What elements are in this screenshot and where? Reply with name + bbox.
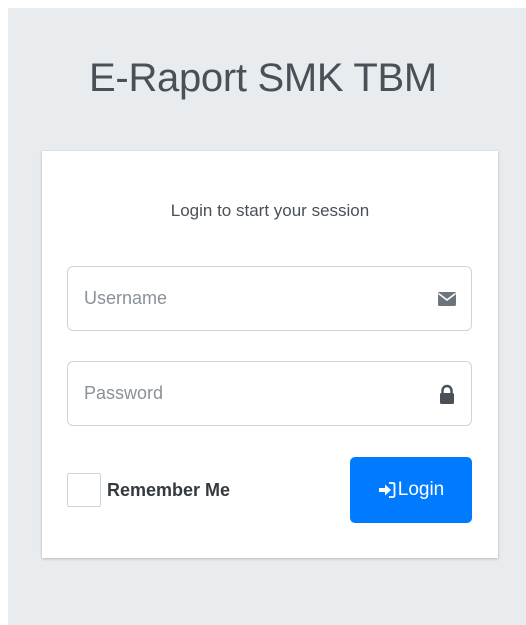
username-input-group: [67, 266, 472, 331]
username-input[interactable]: [68, 267, 413, 330]
app-title: E-Raport SMK TBM: [89, 56, 437, 100]
remember-me-label[interactable]: Remember Me: [107, 480, 230, 501]
sign-in-icon: [378, 481, 396, 499]
password-input-group: [67, 361, 472, 426]
login-subtitle: Login to start your session: [170, 201, 370, 220]
login-button[interactable]: Login: [350, 457, 472, 523]
envelope-icon: [437, 289, 457, 309]
login-button-label: Login: [397, 479, 445, 500]
lock-icon: [437, 384, 457, 404]
login-card: Login to start your session Remember Me: [42, 151, 498, 558]
password-input[interactable]: [68, 362, 413, 425]
remember-me-checkbox[interactable]: [67, 473, 101, 507]
